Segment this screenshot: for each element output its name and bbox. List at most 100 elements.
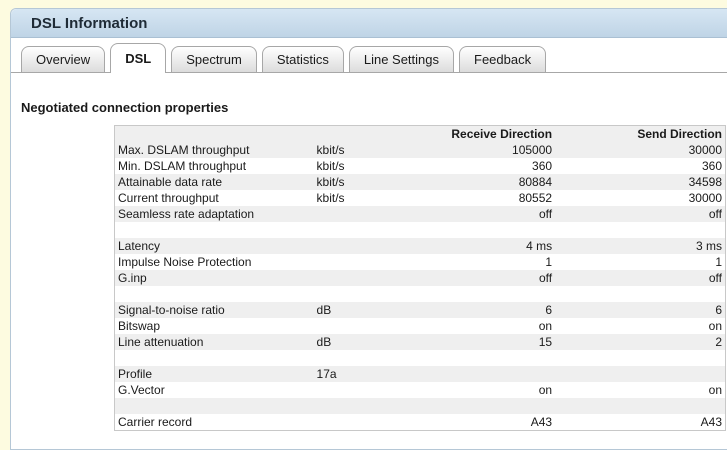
table-row: Max. DSLAM throughput kbit/s 105000 30000 xyxy=(115,142,725,158)
row-unit xyxy=(313,286,418,302)
tab-overview[interactable]: Overview xyxy=(21,46,106,72)
table-row: Impulse Noise Protection 1 1 xyxy=(115,254,725,270)
row-unit xyxy=(313,382,418,398)
table-row xyxy=(115,222,725,238)
table-row: G.inp off off xyxy=(115,270,725,286)
row-receive-value: off xyxy=(417,206,556,222)
row-send-value xyxy=(555,398,725,414)
row-send-value: on xyxy=(555,318,725,334)
row-send-value xyxy=(555,286,725,302)
row-send-value: off xyxy=(555,206,725,222)
row-unit xyxy=(313,350,418,366)
dsl-information-window: DSL Information Overview DSL Spectrum St… xyxy=(10,8,727,450)
table-header-row: Receive Direction Send Direction xyxy=(115,126,725,142)
section-title: Negotiated connection properties xyxy=(21,100,229,115)
row-receive-value: 4 ms xyxy=(417,238,556,254)
row-receive-value xyxy=(417,286,556,302)
row-receive-value: on xyxy=(417,382,556,398)
row-name: G.inp xyxy=(115,270,314,286)
table-row xyxy=(115,286,725,302)
row-name: Signal-to-noise ratio xyxy=(115,302,314,318)
table-row: G.Vector on on xyxy=(115,382,725,398)
row-unit xyxy=(313,318,418,334)
row-name: Impulse Noise Protection xyxy=(115,254,314,270)
table-row: Current throughput kbit/s 80552 30000 xyxy=(115,190,725,206)
row-send-value: off xyxy=(555,270,725,286)
row-name: Seamless rate adaptation xyxy=(115,206,314,222)
tab-bar: Overview DSL Spectrum Statistics Line Se… xyxy=(21,43,547,73)
properties-table: Receive Direction Send Direction Max. DS… xyxy=(115,126,725,430)
row-unit xyxy=(313,222,418,238)
tab-feedback[interactable]: Feedback xyxy=(459,46,547,72)
row-receive-value: 1 xyxy=(417,254,556,270)
tab-line-settings[interactable]: Line Settings xyxy=(348,46,455,72)
window-title: DSL Information xyxy=(31,14,148,32)
properties-table-container: Receive Direction Send Direction Max. DS… xyxy=(114,125,726,431)
row-send-value: 30000 xyxy=(555,142,725,158)
row-receive-value: on xyxy=(417,318,556,334)
window-titlebar: DSL Information xyxy=(11,9,727,38)
row-unit xyxy=(313,206,418,222)
row-name xyxy=(115,222,314,238)
table-row: Bitswap on on xyxy=(115,318,725,334)
row-send-value: 2 xyxy=(555,334,725,350)
row-name: Attainable data rate xyxy=(115,174,314,190)
row-receive-value: off xyxy=(417,270,556,286)
row-name: Latency xyxy=(115,238,314,254)
row-name: Line attenuation xyxy=(115,334,314,350)
row-unit xyxy=(313,414,418,430)
row-name: Bitswap xyxy=(115,318,314,334)
row-receive-value xyxy=(417,222,556,238)
row-unit xyxy=(313,398,418,414)
row-receive-value xyxy=(417,350,556,366)
tab-content: Negotiated connection properties Receive… xyxy=(21,73,727,449)
row-name xyxy=(115,350,314,366)
table-row: Latency 4 ms 3 ms xyxy=(115,238,725,254)
row-receive-value: 15 xyxy=(417,334,556,350)
row-name: G.Vector xyxy=(115,382,314,398)
row-send-value: 34598 xyxy=(555,174,725,190)
row-send-value xyxy=(555,366,725,382)
table-row: Seamless rate adaptation off off xyxy=(115,206,725,222)
row-unit: kbit/s xyxy=(313,190,418,206)
row-send-value: 30000 xyxy=(555,190,725,206)
row-receive-value: A43 xyxy=(417,414,556,430)
header-send-direction: Send Direction xyxy=(555,126,725,142)
row-unit: 17a xyxy=(313,366,418,382)
row-unit xyxy=(313,254,418,270)
row-name: Carrier record xyxy=(115,414,314,430)
header-receive-direction: Receive Direction xyxy=(417,126,556,142)
row-name: Current throughput xyxy=(115,190,314,206)
tab-dsl[interactable]: DSL xyxy=(110,43,167,73)
header-name xyxy=(115,126,314,142)
row-unit: kbit/s xyxy=(313,174,418,190)
row-unit xyxy=(313,238,418,254)
row-receive-value xyxy=(417,398,556,414)
table-row xyxy=(115,350,725,366)
row-name xyxy=(115,286,314,302)
row-unit: dB xyxy=(313,334,418,350)
table-row xyxy=(115,398,725,414)
table-row: Line attenuation dB 15 2 xyxy=(115,334,725,350)
table-row: Profile 17a xyxy=(115,366,725,382)
row-receive-value: 6 xyxy=(417,302,556,318)
row-send-value xyxy=(555,222,725,238)
row-send-value: 3 ms xyxy=(555,238,725,254)
row-unit: kbit/s xyxy=(313,142,418,158)
table-row: Min. DSLAM throughput kbit/s 360 360 xyxy=(115,158,725,174)
row-unit: dB xyxy=(313,302,418,318)
row-unit: kbit/s xyxy=(313,158,418,174)
row-name: Min. DSLAM throughput xyxy=(115,158,314,174)
row-name: Profile xyxy=(115,366,314,382)
row-send-value: A43 xyxy=(555,414,725,430)
tab-spectrum[interactable]: Spectrum xyxy=(171,46,257,72)
table-row: Attainable data rate kbit/s 80884 34598 xyxy=(115,174,725,190)
header-unit xyxy=(313,126,418,142)
row-receive-value: 360 xyxy=(417,158,556,174)
table-row: Carrier record A43 A43 xyxy=(115,414,725,430)
row-name: Max. DSLAM throughput xyxy=(115,142,314,158)
tab-statistics[interactable]: Statistics xyxy=(261,46,344,72)
row-send-value: 360 xyxy=(555,158,725,174)
row-receive-value: 80552 xyxy=(417,190,556,206)
row-receive-value xyxy=(417,366,556,382)
